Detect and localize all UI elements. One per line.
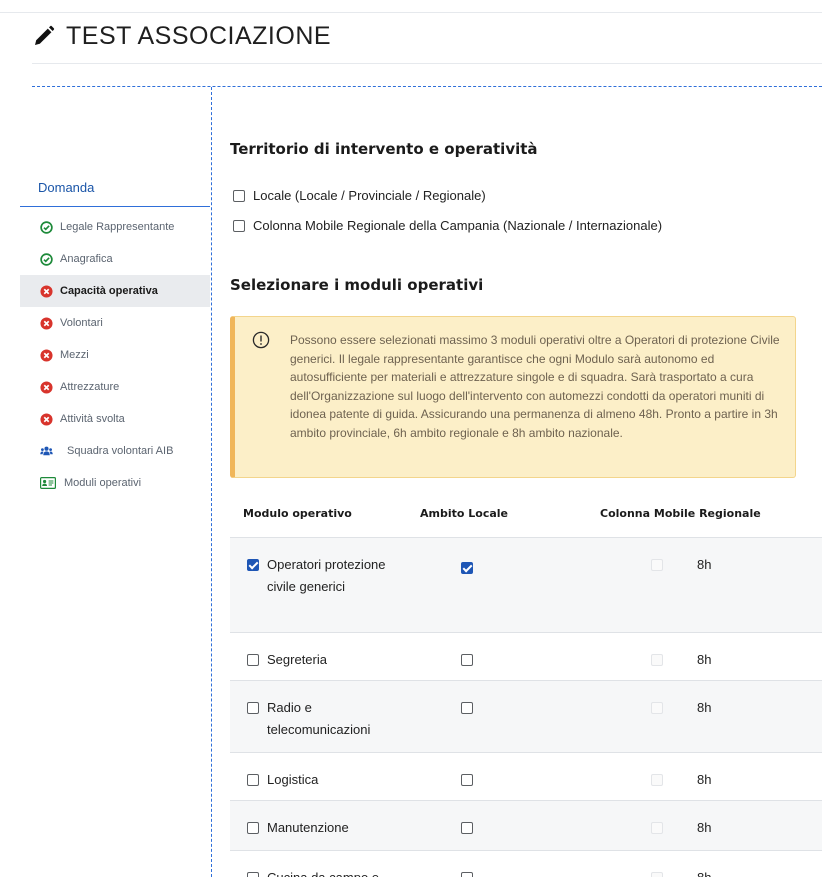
colonna-mobile-checkbox (651, 654, 663, 666)
option-label: Colonna Mobile Regionale della Campania … (253, 218, 663, 233)
module-cell[interactable]: Segreteria (247, 649, 387, 671)
module-checkbox[interactable] (247, 872, 259, 877)
ambito-locale-checkbox[interactable] (461, 872, 473, 877)
module-checkbox[interactable] (247, 822, 259, 834)
sidebar-item-label: Moduli operativi (64, 477, 142, 489)
module-cell[interactable]: Radio e telecomunicazioni (247, 697, 387, 741)
column-header-ambito-locale: Ambito Locale (420, 507, 509, 520)
error-circle-icon (40, 412, 53, 426)
sidebar-item-label: Attività svolta (60, 413, 125, 425)
table-row: Segreteria 8h (230, 632, 822, 680)
alert-text: Possono essere selezionati massimo 3 mod… (290, 333, 780, 440)
module-name: Radio e telecomunicazioni (267, 700, 371, 737)
module-checkbox[interactable] (247, 774, 259, 786)
module-cell[interactable]: Manutenzione (247, 817, 387, 839)
table-row: Manutenzione 8h (230, 800, 822, 850)
module-name: Logistica (267, 772, 319, 787)
module-name: Operatori protezione civile generici (267, 557, 386, 594)
modules-heading: Selezionare i moduli operativi (230, 276, 484, 294)
territory-option-locale[interactable]: Locale (Locale / Provinciale / Regionale… (233, 188, 486, 203)
error-circle-icon (40, 284, 53, 298)
module-name: Segreteria (267, 652, 327, 667)
sidebar-item-label: Squadra volontari AIB (67, 445, 174, 457)
hours-value: 8h (697, 867, 711, 877)
colonna-mobile-checkbox (651, 702, 663, 714)
check-circle-icon (40, 220, 53, 234)
sidebar-item-label: Capacità operativa (60, 285, 158, 297)
sidebar-item-mezzi[interactable]: Mezzi (20, 339, 210, 371)
checkbox-colonna-mobile[interactable] (233, 219, 245, 232)
module-name: Manutenzione (267, 820, 349, 835)
sidebar-item-label: Anagrafica (60, 253, 113, 265)
pencil-icon[interactable] (32, 24, 56, 48)
ambito-locale-checkbox[interactable] (461, 774, 473, 786)
check-circle-icon (40, 252, 53, 266)
info-alert: Possono essere selezionati massimo 3 mod… (230, 316, 796, 478)
top-border (0, 12, 822, 13)
exclamation-circle-icon (252, 331, 270, 349)
error-circle-icon (40, 348, 53, 362)
territory-heading: Territorio di intervento e operatività (230, 140, 538, 158)
module-checkbox[interactable] (247, 654, 259, 666)
module-checkbox[interactable] (247, 702, 259, 714)
colonna-mobile-checkbox (651, 774, 663, 786)
table-row: Cucina da campo e 8h (230, 850, 822, 877)
layout-guide-left (211, 87, 212, 877)
page-header: TEST ASSOCIAZIONE (32, 22, 331, 50)
sidebar-item-label: Volontari (60, 317, 103, 329)
sidebar-item-label: Legale Rappresentante (60, 221, 175, 233)
title-divider (32, 63, 822, 64)
module-checkbox[interactable] (247, 559, 259, 571)
hours-value: 8h (697, 820, 712, 835)
sidebar-item-label: Attrezzature (60, 381, 120, 393)
colonna-mobile-checkbox (651, 872, 663, 877)
hours-value: 8h (697, 557, 712, 572)
sidebar-item-capacita-operativa[interactable]: Capacità operativa (20, 275, 210, 307)
layout-guide-top (32, 86, 822, 87)
table-row: Logistica 8h (230, 752, 822, 800)
colonna-mobile-checkbox (651, 559, 663, 571)
ambito-locale-checkbox[interactable] (461, 702, 473, 714)
users-icon (40, 446, 53, 455)
ambito-locale-checkbox[interactable] (461, 562, 473, 574)
hours-value: 8h (697, 652, 712, 667)
sidebar-item-attrezzature[interactable]: Attrezzature (20, 371, 210, 403)
checkbox-locale[interactable] (233, 189, 245, 202)
sidebar-item-anagrafica[interactable]: Anagrafica (20, 243, 210, 275)
sidebar-heading[interactable]: Domanda (20, 170, 210, 207)
table-header: Modulo operativo Ambito Locale Colonna M… (230, 497, 822, 533)
sidebar-item-moduli-operativi[interactable]: Moduli operativi (20, 467, 210, 499)
module-cell[interactable]: Logistica (247, 769, 387, 791)
ambito-locale-checkbox[interactable] (461, 654, 473, 666)
module-name: Cucina da campo e (267, 867, 379, 877)
error-circle-icon (40, 380, 53, 394)
colonna-mobile-checkbox (651, 822, 663, 834)
territory-option-colonna-mobile[interactable]: Colonna Mobile Regionale della Campania … (233, 218, 662, 233)
column-header-colonna-mobile: Colonna Mobile Regionale (600, 507, 761, 520)
table-row: Operatori protezione civile generici 8h (230, 537, 822, 632)
id-card-icon (40, 477, 56, 489)
sidebar-item-attivita-svolta[interactable]: Attività svolta (20, 403, 210, 435)
hours-value: 8h (697, 700, 712, 715)
sidebar-item-volontari[interactable]: Volontari (20, 307, 210, 339)
option-label: Locale (Locale / Provinciale / Regionale… (253, 188, 486, 203)
sidebar-item-squadra-volontari-aib[interactable]: Squadra volontari AIB (20, 435, 210, 467)
page-title: TEST ASSOCIAZIONE (66, 21, 332, 50)
column-header-modulo: Modulo operativo (243, 507, 352, 520)
sidebar-nav: Domanda Legale Rappresentante Anagrafica… (20, 170, 210, 499)
ambito-locale-checkbox[interactable] (461, 822, 473, 834)
sidebar-item-legale-rappresentante[interactable]: Legale Rappresentante (20, 211, 210, 243)
sidebar-item-label: Mezzi (60, 349, 89, 361)
module-cell[interactable]: Cucina da campo e (247, 867, 387, 877)
error-circle-icon (40, 316, 53, 330)
table-row: Radio e telecomunicazioni 8h (230, 680, 822, 752)
module-cell[interactable]: Operatori protezione civile generici (247, 554, 387, 598)
hours-value: 8h (697, 772, 712, 787)
